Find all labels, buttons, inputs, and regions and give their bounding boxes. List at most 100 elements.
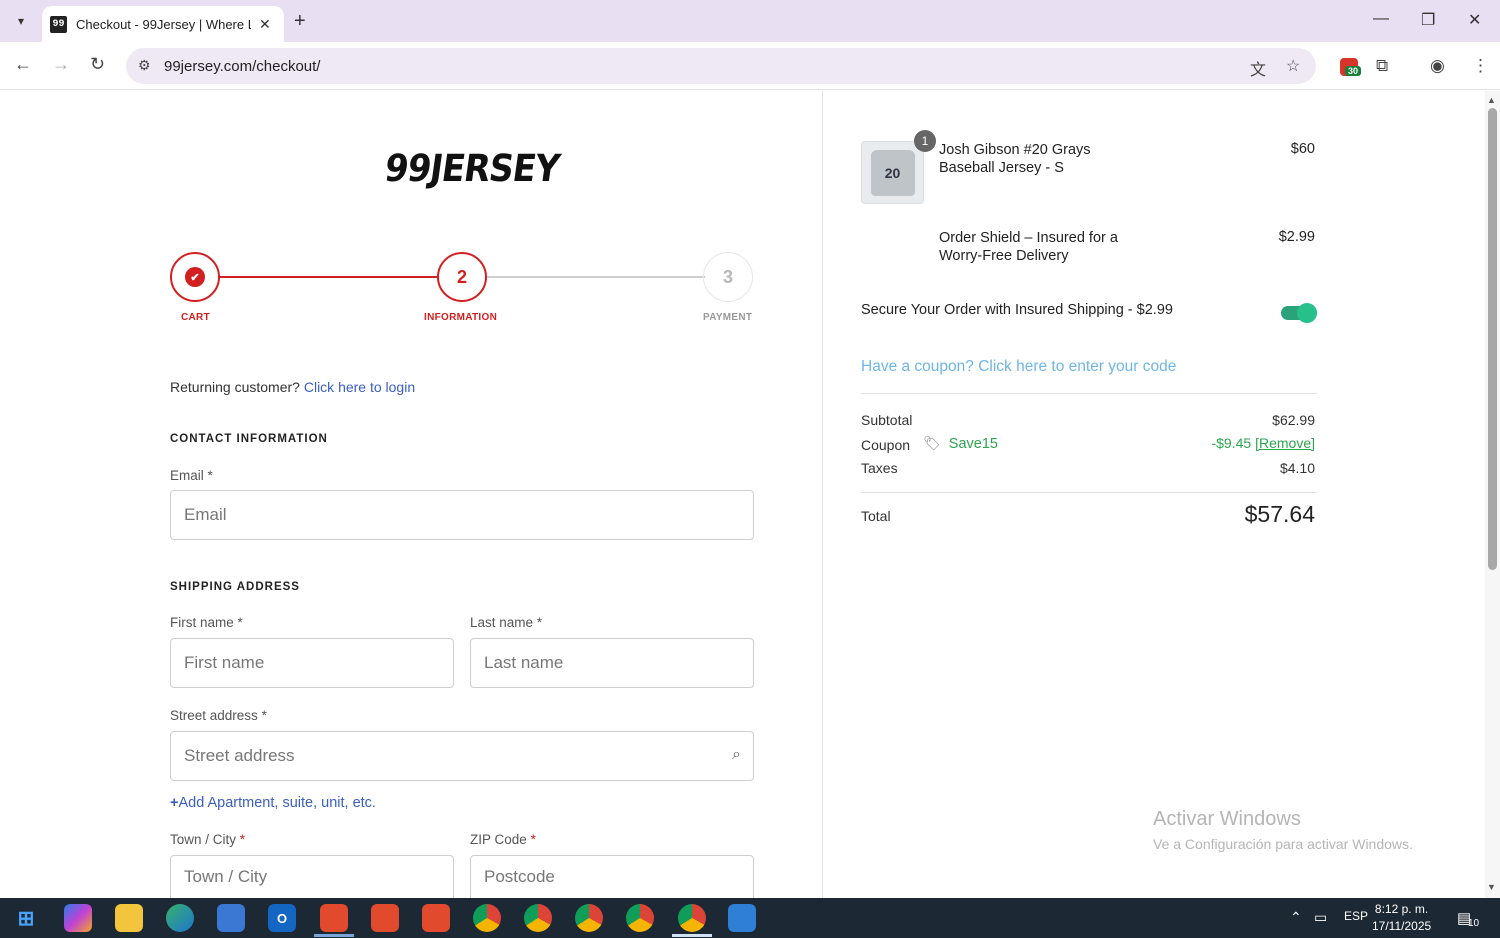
url-text[interactable]: 99jersey.com/checkout/: [164, 58, 320, 75]
translate-icon[interactable]: 文: [1250, 56, 1266, 80]
notification-count: 10: [1468, 918, 1480, 929]
chrome-icon[interactable]: [473, 904, 501, 932]
divider: [861, 393, 1317, 394]
required-mark: *: [237, 615, 243, 630]
forward-arrow-icon[interactable]: →: [52, 54, 70, 75]
edge-browser-icon[interactable]: [166, 904, 194, 932]
extensions-puzzle-icon[interactable]: ⧉: [1376, 56, 1388, 76]
street-address-field[interactable]: Street address ⌕: [170, 731, 754, 781]
tab-close-icon[interactable]: ✕: [259, 16, 271, 33]
bookmark-star-icon[interactable]: ☆: [1286, 56, 1300, 76]
order-summary-panel: 20 1 Josh Gibson #20 Grays Baseball Jers…: [822, 91, 1462, 898]
applied-coupon: 🏷 Save15: [923, 435, 998, 452]
browser-menu-icon[interactable]: ⋮: [1472, 56, 1489, 76]
profile-avatar-icon[interactable]: ◉: [1430, 56, 1445, 76]
active-indicator: [672, 934, 712, 937]
email-label-text: Email: [170, 468, 204, 483]
coupon-link[interactable]: Have a coupon? Click here to enter your …: [861, 358, 1176, 376]
chrome-icon-active[interactable]: [678, 904, 706, 932]
first-name-label: First name *: [170, 615, 243, 630]
shipping-address-heading: SHIPPING ADDRESS: [170, 581, 300, 593]
browser-tab-strip: ▾ 99 Checkout - 99Jersey | Where Le ✕ + …: [0, 0, 1500, 42]
city-label-text: Town / City: [170, 832, 237, 847]
clock[interactable]: 8:12 p. m. 17/11/2025: [1372, 901, 1431, 935]
search-icon[interactable]: ⌕: [732, 746, 741, 764]
required-mark: *: [239, 832, 246, 847]
scroll-up-arrow-icon[interactable]: ▲: [1487, 95, 1496, 105]
taxes-label: Taxes: [861, 460, 898, 476]
contact-info-heading: CONTACT INFORMATION: [170, 433, 328, 445]
subtotal-label: Subtotal: [861, 412, 913, 428]
progress-line-done: [219, 276, 439, 278]
toggle-knob[interactable]: [1297, 303, 1317, 323]
file-explorer-icon[interactable]: [115, 904, 143, 932]
required-mark: *: [261, 708, 267, 723]
windows-start-icon[interactable]: ⊞: [12, 904, 40, 932]
total-label: Total: [861, 508, 891, 524]
window-close-icon[interactable]: ✕: [1468, 10, 1481, 30]
active-tab[interactable]: 99 Checkout - 99Jersey | Where Le ✕: [42, 6, 284, 42]
remove-coupon-link[interactable]: [Remove]: [1255, 435, 1315, 451]
brave-browser-icon[interactable]: [320, 904, 348, 932]
brave-browser-icon[interactable]: [371, 904, 399, 932]
coupon-code: Save15: [948, 435, 998, 452]
tray-chevron-icon[interactable]: ⌃: [1290, 909, 1302, 926]
returning-customer-notice: Returning customer? Click here to login: [170, 379, 415, 395]
step-cart-label[interactable]: CART: [181, 312, 210, 323]
clock-time: 8:12 p. m.: [1374, 902, 1429, 916]
step-information-circle: 2: [437, 252, 487, 302]
first-name-label-text: First name: [170, 615, 234, 630]
divider: [861, 492, 1317, 493]
last-name-field[interactable]: Last name: [470, 638, 754, 688]
step-information-label: INFORMATION: [424, 312, 498, 323]
coupon-discount: -$9.45: [1211, 435, 1252, 451]
add-apartment-link[interactable]: +Add Apartment, suite, unit, etc.: [170, 795, 376, 811]
brave-browser-icon[interactable]: [422, 904, 450, 932]
product-name: Josh Gibson #20 Grays Baseball Jersey - …: [939, 142, 1091, 176]
chrome-icon[interactable]: [524, 904, 552, 932]
language-indicator[interactable]: ESP: [1344, 909, 1368, 923]
insured-shipping-text: Secure Your Order with Insured Shipping …: [861, 302, 1173, 318]
site-logo[interactable]: 99JERSEY: [382, 147, 562, 191]
outlook-icon[interactable]: O: [268, 904, 296, 932]
tab-search-chevron-icon[interactable]: ▾: [8, 8, 34, 34]
chrome-icon[interactable]: [575, 904, 603, 932]
microsoft-store-icon[interactable]: [217, 904, 245, 932]
login-link[interactable]: Click here to login: [304, 379, 415, 395]
last-name-label: Last name *: [470, 615, 542, 630]
back-arrow-icon[interactable]: ←: [14, 54, 32, 75]
first-name-field[interactable]: First name: [170, 638, 454, 688]
activate-windows-subtitle: Ve a Configuración para activar Windows.: [1153, 836, 1413, 852]
quantity-badge: 1: [914, 130, 936, 152]
site-info-icon[interactable]: ⚙: [138, 57, 151, 74]
product-thumbnail: 20: [861, 141, 924, 204]
required-mark: *: [536, 615, 543, 630]
subtotal-value: $62.99: [1272, 412, 1315, 428]
new-tab-plus-icon[interactable]: +: [294, 10, 306, 33]
zip-code-field[interactable]: Postcode: [470, 855, 754, 898]
photos-icon[interactable]: [728, 904, 756, 932]
tab-title: Checkout - 99Jersey | Where Le: [76, 16, 251, 32]
town-city-field[interactable]: Town / City: [170, 855, 454, 898]
chrome-icon[interactable]: [626, 904, 654, 932]
email-field[interactable]: Email: [170, 490, 754, 540]
scrollbar-thumb[interactable]: [1488, 108, 1497, 570]
activate-windows-title: Activar Windows: [1153, 808, 1301, 830]
minimize-icon[interactable]: —: [1373, 10, 1389, 28]
maximize-icon[interactable]: ❐: [1421, 10, 1435, 30]
copilot-icon[interactable]: [64, 904, 92, 932]
address-bar[interactable]: ⚙ 99jersey.com/checkout/ 文 ☆: [126, 48, 1316, 84]
progress-line-pending: [487, 276, 705, 278]
network-icon[interactable]: ▭: [1314, 909, 1327, 926]
scroll-down-arrow-icon[interactable]: ▼: [1487, 882, 1496, 892]
order-shield-name: Order Shield – Insured for a Worry-Free …: [939, 230, 1118, 264]
tag-icon: 🏷: [923, 435, 941, 451]
street-address-placeholder: Street address: [184, 746, 295, 765]
reload-icon[interactable]: ↻: [90, 54, 105, 75]
coupon-discount-row: -$9.45 [Remove]: [1211, 435, 1315, 451]
step-payment-circle: 3: [703, 252, 753, 302]
step-cart-circle[interactable]: ✔: [170, 252, 220, 302]
zip-code-label: ZIP Code *: [470, 832, 536, 847]
zip-label-text: ZIP Code: [470, 832, 527, 847]
coupon-label: Coupon: [861, 437, 911, 453]
